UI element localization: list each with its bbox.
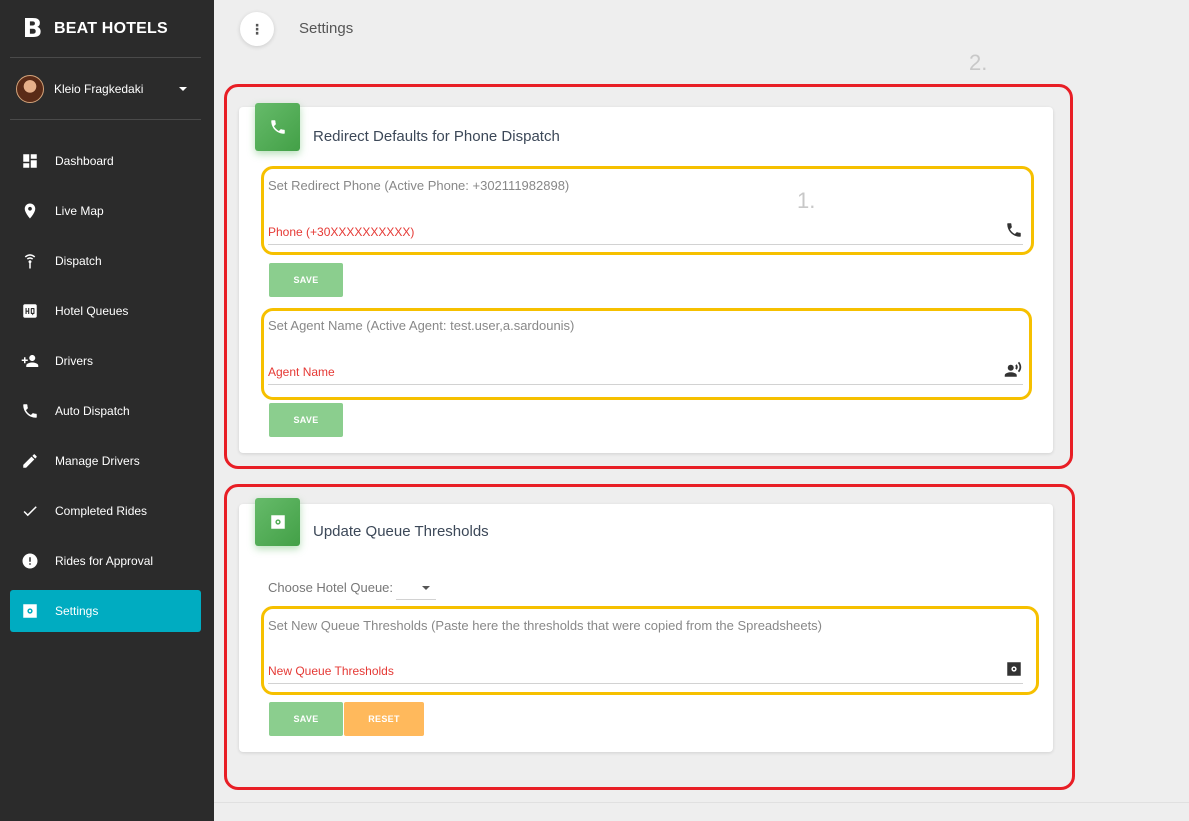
- sidebar-item-drivers[interactable]: Drivers: [10, 340, 201, 382]
- sidebar-item-label: Hotel Queues: [55, 304, 129, 318]
- agent-name-label: Set Agent Name (Active Agent: test.user,…: [268, 318, 575, 333]
- save-thresholds-button[interactable]: SAVE: [269, 702, 343, 736]
- sidebar-item-dispatch[interactable]: Dispatch: [10, 240, 201, 282]
- sidebar-item-hotel-queues[interactable]: Hotel Queues: [10, 290, 201, 332]
- record-voice-icon: [1004, 361, 1022, 379]
- sidebar-item-label: Rides for Approval: [55, 554, 154, 568]
- sidebar-item-rides-for-approval[interactable]: Rides for Approval: [10, 540, 201, 582]
- card-title: Update Queue Thresholds: [313, 523, 489, 540]
- brand-logo: B: [22, 13, 43, 44]
- hotel-queue-select[interactable]: [396, 578, 436, 600]
- sidebar-item-label: Auto Dispatch: [55, 404, 130, 418]
- phone-icon: [255, 103, 300, 151]
- sidebar-item-auto-dispatch[interactable]: Auto Dispatch: [10, 390, 201, 432]
- phone-icon: [1005, 221, 1023, 239]
- settings-icon: [10, 590, 50, 632]
- sidebar-item-label: Live Map: [55, 204, 104, 218]
- caret-down-icon: [179, 86, 187, 91]
- alert-icon: [10, 540, 50, 582]
- redirect-defaults-card: [239, 107, 1053, 453]
- sidebar-nav: Dashboard Live Map Dispatch Hotel Queues…: [10, 140, 201, 640]
- sidebar-item-settings[interactable]: Settings: [10, 590, 201, 632]
- agent-name-input[interactable]: Agent Name: [268, 365, 335, 379]
- sidebar-item-live-map[interactable]: Live Map: [10, 190, 201, 232]
- sidebar-item-dashboard[interactable]: Dashboard: [10, 140, 201, 182]
- save-phone-button[interactable]: SAVE: [269, 263, 343, 297]
- footer-divider: [214, 802, 1189, 803]
- phone-input[interactable]: Phone (+30XXXXXXXXXX): [268, 225, 414, 239]
- sidebar-item-label: Dispatch: [55, 254, 102, 268]
- user-menu[interactable]: Kleio Fragkedaki: [10, 58, 201, 120]
- brand-name: BEAT HOTELS: [54, 19, 168, 37]
- annotation-two: 2.: [969, 50, 988, 75]
- caret-down-icon: [422, 586, 430, 590]
- page-title: Settings: [299, 20, 354, 37]
- more-menu-button[interactable]: ⋮: [240, 12, 274, 46]
- card-title: Redirect Defaults for Phone Dispatch: [313, 128, 560, 145]
- queue-thresholds-input[interactable]: New Queue Thresholds: [268, 664, 394, 678]
- dashboard-icon: [10, 140, 50, 182]
- sidebar-item-manage-drivers[interactable]: Manage Drivers: [10, 440, 201, 482]
- sidebar-item-label: Completed Rides: [55, 504, 148, 518]
- user-name: Kleio Fragkedaki: [54, 81, 144, 96]
- sidebar-item-label: Manage Drivers: [55, 454, 140, 468]
- queue-thresholds-label: Set New Queue Thresholds (Paste here the…: [268, 618, 823, 633]
- sidebar-item-label: Settings: [55, 604, 99, 618]
- reset-thresholds-button[interactable]: RESET: [344, 702, 424, 736]
- settings-icon: [1005, 660, 1023, 678]
- sidebar: B BEAT HOTELS Kleio Fragkedaki Dashboard…: [0, 0, 214, 821]
- person-add-icon: [10, 340, 50, 382]
- hq-icon: [10, 290, 50, 332]
- dispatch-icon: [10, 240, 50, 282]
- save-agent-button[interactable]: SAVE: [269, 403, 343, 437]
- redirect-phone-label: Set Redirect Phone (Active Phone: +30211…: [268, 178, 570, 193]
- pencil-icon: [10, 440, 50, 482]
- phone-input-underline: [268, 244, 1023, 245]
- brand[interactable]: B BEAT HOTELS: [10, 0, 201, 58]
- thresholds-input-underline: [268, 683, 1023, 684]
- settings-icon: [255, 498, 300, 546]
- more-vert-icon: ⋮: [250, 21, 264, 37]
- sidebar-item-completed-rides[interactable]: Completed Rides: [10, 490, 201, 532]
- agent-input-underline: [268, 384, 1023, 385]
- sidebar-item-label: Drivers: [55, 354, 93, 368]
- check-icon: [10, 490, 50, 532]
- choose-hotel-queue-label: Choose Hotel Queue:: [268, 580, 394, 595]
- avatar: [16, 74, 44, 103]
- phone-icon: [10, 390, 50, 432]
- sidebar-item-label: Dashboard: [55, 154, 114, 168]
- location-pin-icon: [10, 190, 50, 232]
